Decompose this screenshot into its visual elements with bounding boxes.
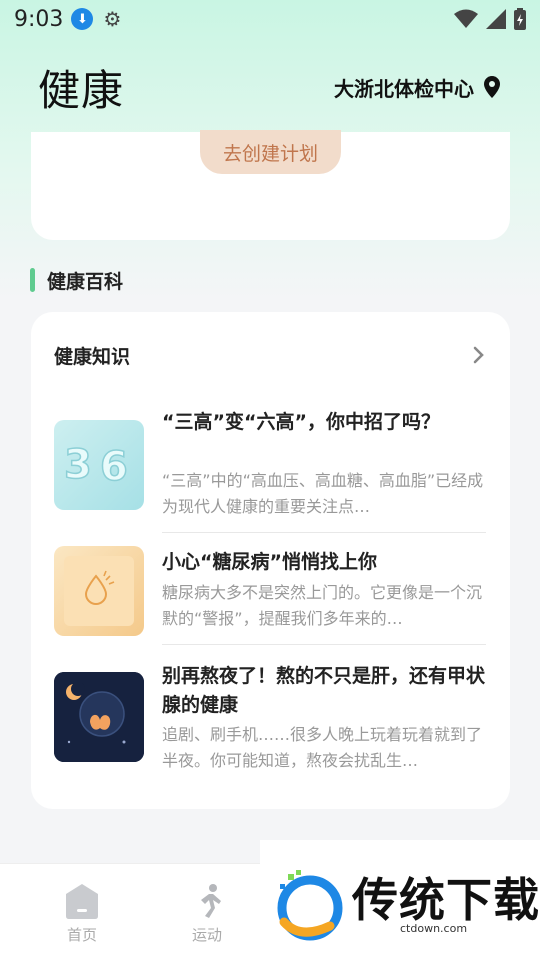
article-thumbnail (54, 546, 144, 636)
article-item[interactable]: 3 6 “三高”变“六高”，你中招了吗？ “三高”中的“高血压、高血糖、高血脂”… (54, 408, 486, 534)
section-header: 健康百科 (30, 266, 123, 294)
plan-card: 去创建计划 (31, 130, 510, 240)
article-item[interactable]: 小心“糖尿病”悄悄找上你 糖尿病大多不是突然上门的。它更像是一个沉默的“警报”，… (54, 546, 486, 658)
article-thumbnail (54, 672, 144, 762)
article-desc: 糖尿病大多不是突然上门的。它更像是一个沉默的“警报”，提醒我们多年来的… (162, 583, 483, 628)
location-name: 大浙北体检中心 (334, 76, 474, 101)
night-moon-icon (54, 672, 144, 762)
watermark-site: ctdown.com (400, 922, 468, 935)
article-desc: 追剧、刷手机……很多人晚上玩着玩着就到了半夜。你可能知道，熬夜会扰乱生… (162, 725, 483, 770)
page-title: 健康 (38, 65, 125, 115)
location-selector[interactable]: 大浙北体检中心 (334, 73, 502, 102)
page-header: 健康 大浙北体检中心 (0, 52, 540, 122)
brand-logo (277, 870, 343, 941)
section-accent-bar (30, 268, 35, 292)
watermark-brand: 传统下载 (352, 873, 540, 927)
watermark: 传统下载 ctdown.com (260, 840, 540, 960)
battery-icon (514, 8, 526, 30)
knowledge-title: 健康知识 (54, 345, 131, 368)
article-title: 小心“糖尿病”悄悄找上你 (162, 551, 377, 573)
chevron-right-icon[interactable] (472, 345, 486, 365)
knowledge-header[interactable]: 健康知识 (54, 340, 486, 370)
article-item[interactable]: 别再熬夜了！熬的不只是肝，还有甲状腺的健康 追剧、刷手机……很多人晚上玩着玩着就… (54, 662, 486, 788)
create-plan-button[interactable]: 去创建计划 (200, 130, 341, 174)
running-icon (201, 884, 221, 918)
article-desc: “三高”中的“高血压、高血糖、高血脂”已经成为现代人健康的重要关注点… (162, 471, 484, 516)
nav-home-label: 首页 (66, 926, 97, 944)
three-six-icon: 3 6 (63, 441, 128, 491)
nav-sport-label: 运动 (191, 926, 222, 944)
nav-sport[interactable]: 运动 (167, 882, 247, 945)
divider (162, 532, 486, 533)
section-title: 健康百科 (47, 270, 124, 293)
knowledge-card: 健康知识 3 6 “三高”变“六高”，你中招了吗？ “三高”中的“高血压、高血糖… (31, 312, 510, 809)
signal-icon (486, 9, 506, 29)
gear-icon: ⚙ (103, 7, 122, 31)
wifi-icon (454, 9, 478, 28)
location-pin-icon (484, 76, 500, 98)
home-icon (66, 884, 98, 919)
article-thumbnail: 3 6 (54, 420, 144, 510)
article-title: “三高”变“六高”，你中招了吗？ (162, 411, 440, 433)
nav-home[interactable]: 首页 (42, 882, 122, 945)
download-icon: ⬇ (71, 8, 94, 30)
svg-text:3: 3 (64, 442, 92, 488)
article-title: 别再熬夜了！熬的不只是肝，还有甲状腺的健康 (162, 665, 486, 716)
divider (162, 644, 486, 645)
water-drop-icon (64, 556, 134, 626)
status-bar: 9:03 ⬇ ⚙ (0, 0, 540, 38)
status-time: 9:03 (14, 6, 64, 32)
svg-text:6: 6 (100, 444, 128, 490)
